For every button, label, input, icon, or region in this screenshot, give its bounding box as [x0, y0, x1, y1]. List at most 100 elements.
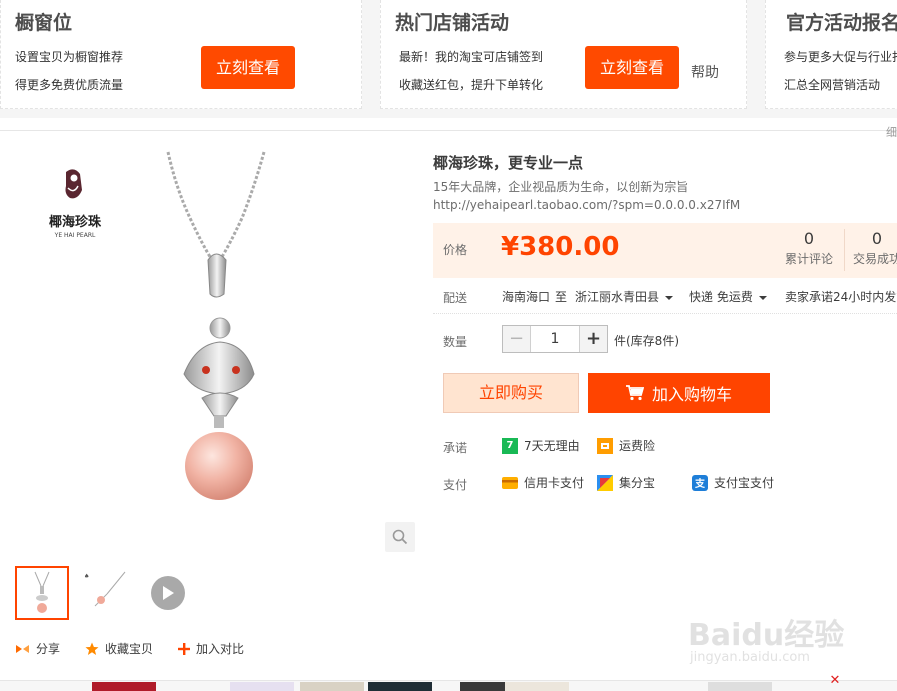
recommended-item-thumbnail[interactable]	[708, 682, 772, 691]
recommended-item-thumbnail[interactable]	[92, 682, 156, 691]
thumbnail-pendant-image	[34, 571, 50, 613]
compare-action[interactable]: 加入对比	[178, 640, 244, 657]
jifenbao-icon	[597, 474, 613, 491]
chevron-down-icon	[665, 295, 674, 300]
thumbnail-1[interactable]	[15, 566, 69, 620]
ship-from: 海南海口	[502, 290, 551, 304]
review-count-label: 累计评论	[785, 252, 834, 266]
add-to-cart-button[interactable]: 加入购物车	[588, 373, 770, 413]
ship-to-word: 至	[555, 290, 568, 304]
brand-logo: 椰海珍珠 YE HAI PEARL	[40, 164, 110, 244]
svg-text:♠: ♠	[84, 573, 89, 580]
promo-title: 橱窗位	[15, 12, 73, 34]
shield-icon	[597, 437, 613, 454]
product-subtitle: 15年大品牌，企业视品质为生命，以创新为宗旨http://yehaipearl.…	[433, 180, 741, 212]
transaction-count-label: 交易成功	[853, 252, 897, 266]
buy-now-button[interactable]: 立即购买	[443, 373, 579, 413]
transaction-count[interactable]: 0 交易成功	[853, 229, 897, 269]
recommended-item-thumbnail[interactable]	[230, 682, 294, 691]
credit-card-label: 信用卡支付	[524, 476, 585, 490]
ship-to-selector[interactable]: 浙江丽水青田县	[575, 288, 674, 305]
promo-line: 最新！我的淘宝可店铺签到	[399, 50, 544, 64]
promise-7day-return[interactable]: 7 7天无理由	[502, 437, 580, 454]
alipay-icon: 支	[692, 474, 708, 491]
quantity-increase-button[interactable]: +	[579, 326, 607, 352]
view-now-button[interactable]: 立刻查看	[201, 46, 295, 89]
promise-7day-label: 7天无理由	[524, 439, 580, 453]
main-product-image[interactable]	[150, 148, 280, 518]
brand-name-cn: 椰海珍珠	[49, 214, 102, 230]
promo-card-official-events: 官方活动报名 参与更多大促与行业打 汇总全网营销活动	[765, 0, 897, 109]
payment-jifenbao[interactable]: 集分宝	[597, 474, 655, 491]
stock-text: 件(库存8件)	[614, 334, 679, 348]
promo-line: 得更多免费优质流量	[15, 78, 124, 92]
play-icon	[163, 586, 174, 600]
add-to-cart-label: 加入购物车	[651, 385, 732, 404]
delivery-promise: 卖家承诺24小时内发货	[785, 290, 897, 304]
cart-icon	[625, 385, 644, 401]
promise-freight-label: 运费险	[619, 439, 656, 453]
promo-title: 官方活动报名	[786, 12, 897, 34]
help-link[interactable]: 帮助	[691, 62, 719, 82]
promo-line: 参与更多大促与行业打	[784, 50, 897, 64]
quantity-label: 数量	[443, 335, 468, 349]
ship-method-value: 快递 免运费	[689, 290, 753, 304]
recommended-item-thumbnail[interactable]	[300, 682, 364, 691]
quantity-decrease-button[interactable]: −	[503, 326, 531, 352]
price-value: ¥380.00	[501, 232, 620, 262]
close-icon[interactable]: ✕	[828, 674, 842, 688]
seven-day-icon: 7	[502, 437, 518, 454]
chevron-down-icon	[758, 295, 767, 300]
recommended-item-thumbnail[interactable]	[368, 682, 432, 691]
jifenbao-label: 集分宝	[619, 476, 656, 490]
brand-logo-mark: 椰海珍珠 YE HAI PEARL	[49, 169, 102, 239]
baidu-watermark: Baidu经验 jingyan.baidu.com	[688, 596, 858, 668]
payment-credit-card[interactable]: 信用卡支付	[502, 474, 584, 491]
share-action[interactable]: 分享	[15, 640, 60, 657]
credit-card-icon	[502, 475, 518, 491]
compare-label: 加入对比	[196, 642, 245, 656]
thumbnail-pendant-side-image: ♠	[84, 571, 126, 607]
quantity-input[interactable]: 1	[531, 326, 579, 352]
star-icon	[85, 642, 99, 655]
plus-icon	[178, 642, 190, 655]
payment-label: 支付	[443, 478, 468, 492]
divider	[0, 130, 897, 131]
pearl-pendant-image	[166, 151, 266, 500]
recommendation-strip	[0, 680, 897, 691]
divider	[433, 313, 897, 314]
promo-strip: 橱窗位 设置宝贝为橱窗推荐 得更多免费优质流量 立刻查看 热门店铺活动 最新！我…	[0, 0, 897, 118]
view-now-button[interactable]: 立刻查看	[585, 46, 679, 89]
promo-line: 设置宝贝为橱窗推荐	[15, 50, 124, 64]
promise-label: 承诺	[443, 441, 468, 455]
review-count[interactable]: 0 累计评论	[785, 229, 833, 269]
payment-alipay[interactable]: 支 支付宝支付	[692, 474, 774, 491]
price-label: 价格	[443, 243, 468, 257]
quantity-stepper: − 1 +	[502, 325, 608, 353]
promo-card-shop-events: 热门店铺活动 最新！我的淘宝可店铺签到 收藏送红包，提升下单转化 立刻查看 帮助	[380, 0, 747, 109]
promo-title: 热门店铺活动	[395, 12, 510, 34]
video-play-button[interactable]	[151, 576, 185, 610]
transaction-count-number: 0	[871, 229, 883, 248]
thumbnail-2[interactable]: ♠	[79, 566, 133, 620]
zoom-icon	[392, 529, 408, 545]
share-label: 分享	[36, 642, 61, 656]
recommended-item-thumbnail[interactable]	[505, 682, 569, 691]
product-page: 橱窗位 设置宝贝为橱窗推荐 得更多免费优质流量 立刻查看 热门店铺活动 最新！我…	[0, 0, 897, 691]
price-box: 价格 ¥380.00 0 累计评论 0 交易成功	[433, 223, 897, 278]
promo-line: 汇总全网营销活动	[784, 78, 881, 92]
promise-freight-insurance[interactable]: 运费险	[597, 437, 655, 454]
ship-method-selector[interactable]: 快递 免运费	[689, 288, 767, 305]
promo-card-showcase: 橱窗位 设置宝贝为橱窗推荐 得更多免费优质流量 立刻查看	[0, 0, 362, 109]
promo-line: 收藏送红包，提升下单转化	[399, 78, 544, 92]
zoom-button[interactable]	[385, 522, 415, 552]
product-title: 椰海珍珠，更专业一点	[433, 154, 584, 172]
watermark-text: Baidu经验	[688, 618, 845, 653]
share-icon	[16, 644, 29, 653]
ship-to-value: 浙江丽水青田县	[575, 290, 660, 304]
shipping-label: 配送	[443, 291, 468, 305]
favorite-action[interactable]: 收藏宝贝	[85, 640, 153, 657]
favorite-label: 收藏宝贝	[105, 642, 154, 656]
stat-divider	[844, 229, 845, 271]
corner-text[interactable]: 细	[886, 124, 897, 140]
